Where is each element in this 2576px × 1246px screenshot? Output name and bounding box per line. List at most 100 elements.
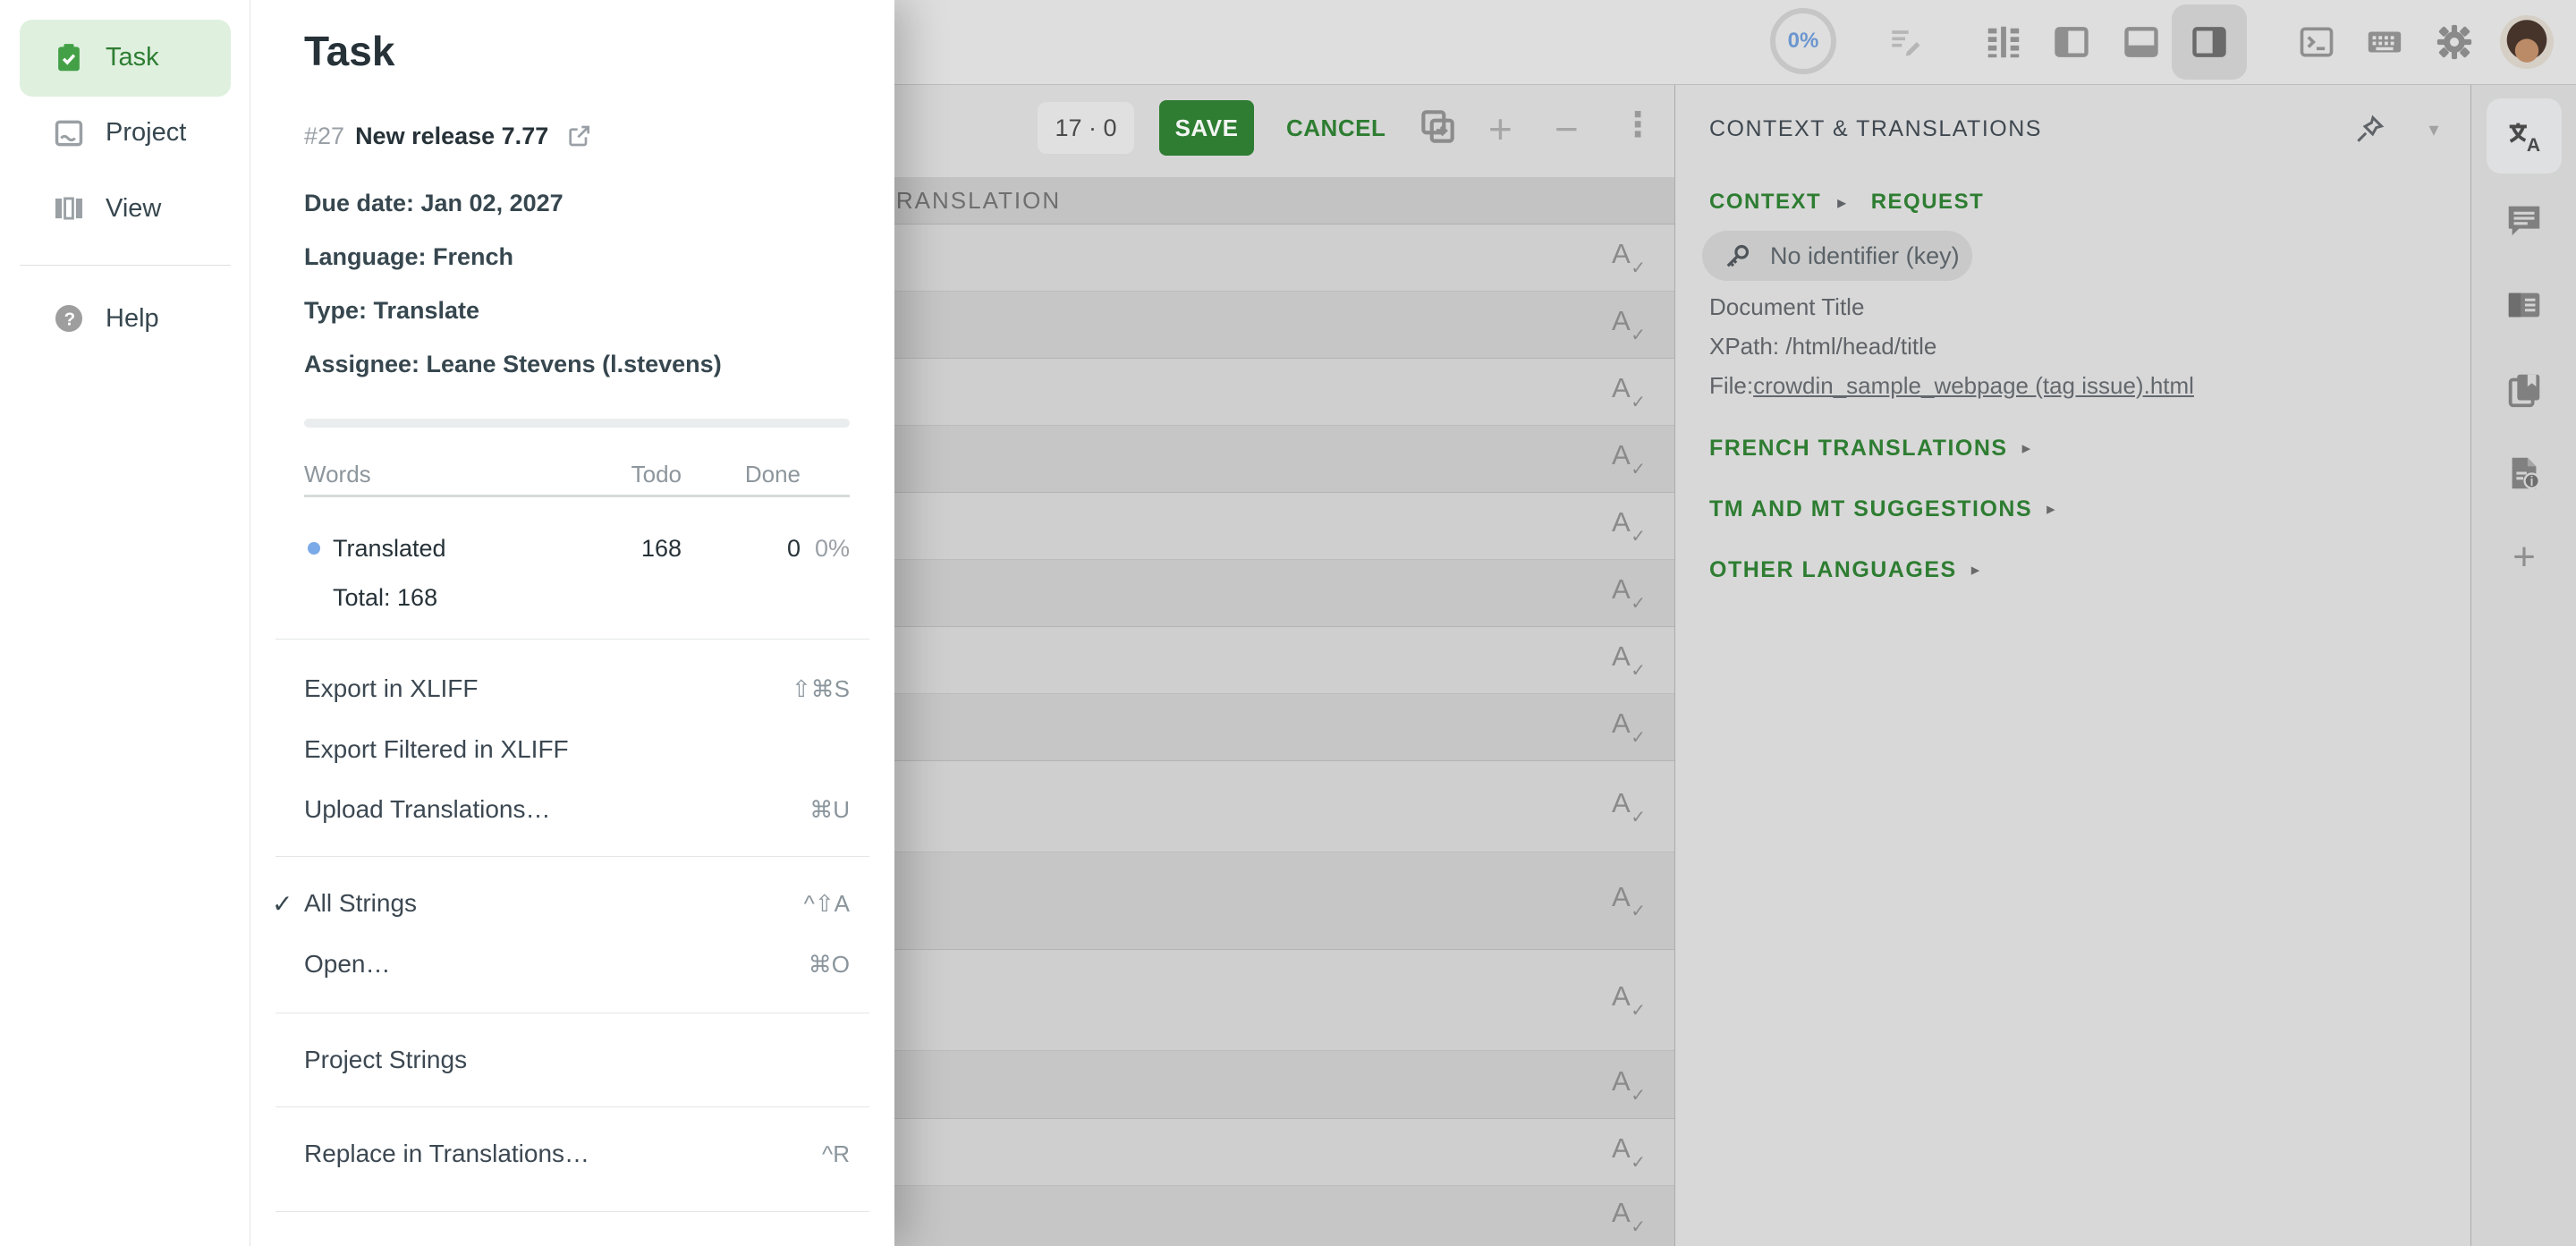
translation-column-header: TRANSLATION <box>880 177 1061 224</box>
words-row-todo: 168 <box>608 533 682 564</box>
user-avatar[interactable] <box>2500 15 2554 69</box>
section-french-translations[interactable]: FRENCH TRANSLATIONS ▸ <box>1709 433 2032 463</box>
pin-icon[interactable] <box>2348 108 2391 151</box>
keyboard-icon[interactable] <box>2363 21 2406 64</box>
panel-divider <box>275 1106 869 1107</box>
sidebar-divider <box>20 265 231 266</box>
shortcut-label: ⇧⌘S <box>792 664 850 714</box>
menu-item-replace-in-translations[interactable]: Replace in Translations… ^R <box>250 1129 894 1179</box>
layout-bottom-panel-icon[interactable] <box>2120 21 2163 64</box>
file-link[interactable]: crowdin_sample_webpage (tag issue).html <box>1753 372 2194 400</box>
menu-item-project-strings[interactable]: Project Strings <box>250 1035 894 1085</box>
menu-item-open[interactable]: Open… ⌘O <box>250 939 894 989</box>
glossary-pages-icon[interactable] <box>2503 369 2546 411</box>
collapse-arrow-icon[interactable]: ▸ <box>1837 191 1848 214</box>
menu-item-upload-translations[interactable]: Upload Translations… ⌘U <box>250 784 894 835</box>
svg-text:?: ? <box>64 309 76 330</box>
expand-arrow-icon: ▸ <box>2046 499 2056 520</box>
spellcheck-icon: A✓ <box>1608 573 1648 613</box>
spellcheck-icon: A✓ <box>1608 1065 1648 1105</box>
tab-context[interactable]: CONTEXT <box>1709 190 1821 215</box>
side-by-side-view-icon[interactable] <box>1982 21 2025 64</box>
spellcheck-icon: A✓ <box>1608 305 1648 344</box>
crowdin-editor-screen: 0% 17 · 0 SA <box>0 0 2576 1246</box>
progress-percent: 0% <box>1788 29 1819 54</box>
shortcut-label: ^⇧A <box>804 878 850 928</box>
spellcheck-icon: A✓ <box>1608 640 1648 680</box>
spellcheck-icon: A✓ <box>1608 881 1648 920</box>
key-icon <box>1722 240 1754 272</box>
draft-notes-icon[interactable] <box>1884 21 1927 64</box>
progress-ring[interactable]: 0% <box>1770 8 1836 74</box>
context-xpath: XPath: /html/head/title <box>1709 331 1936 361</box>
comments-icon[interactable] <box>2503 199 2546 242</box>
done-column-header: Done <box>724 459 801 489</box>
shortcut-label: ⌘O <box>809 939 850 989</box>
task-progress-bar <box>304 419 850 428</box>
tab-request[interactable]: REQUEST <box>1871 190 1985 215</box>
spellcheck-icon: A✓ <box>1608 1132 1648 1172</box>
help-icon: ? <box>52 301 86 335</box>
panel-divider <box>275 639 869 640</box>
panel-divider <box>275 856 869 857</box>
terminal-icon[interactable] <box>2295 21 2338 64</box>
spellcheck-icon: A✓ <box>1608 787 1648 826</box>
spellcheck-icon: A✓ <box>1608 372 1648 411</box>
project-icon <box>52 116 86 150</box>
words-total: Total: 168 <box>333 582 437 613</box>
task-name: New release 7.77 <box>355 123 548 150</box>
spellcheck-icon: A✓ <box>1608 980 1648 1020</box>
decrease-icon[interactable]: − <box>1555 105 1579 153</box>
spellcheck-icon: A✓ <box>1608 238 1648 277</box>
spellcheck-icon: A✓ <box>1608 708 1648 747</box>
spellcheck-icon: A✓ <box>1608 506 1648 546</box>
context-file-line: File: crowdin_sample_webpage (tag issue)… <box>1709 370 2194 401</box>
task-clipboard-icon <box>52 41 86 75</box>
task-assignee: Assignee: Leane Stevens (l.stevens) <box>304 346 722 382</box>
words-row-label: Translated <box>333 533 446 564</box>
save-button[interactable]: SAVE <box>1159 100 1254 156</box>
words-row-percent: 0% <box>787 533 850 564</box>
right-icon-strip: A i + <box>2470 85 2576 1246</box>
menu-item-export-filtered-xliff[interactable]: Export Filtered in XLIFF <box>250 725 894 775</box>
context-string-title: Document Title <box>1709 292 1864 322</box>
cancel-button[interactable]: CANCEL <box>1286 100 1385 156</box>
string-key-pill: No identifier (key) <box>1702 231 1972 281</box>
task-due-date: Due date: Jan 02, 2027 <box>304 185 564 221</box>
settings-gear-icon[interactable] <box>2433 21 2476 64</box>
menu-item-export-xliff[interactable]: Export in XLIFF ⇧⌘S <box>250 664 894 714</box>
layout-right-panel-icon[interactable] <box>2188 21 2231 64</box>
shortcut-label: ⌘U <box>809 784 850 835</box>
file-info-icon[interactable]: i <box>2503 452 2546 495</box>
section-other-languages[interactable]: OTHER LANGUAGES ▸ <box>1709 555 1981 585</box>
context-panel-title: CONTEXT & TRANSLATIONS <box>1709 114 2042 144</box>
spellcheck-icon: A✓ <box>1608 439 1648 479</box>
words-column-header: Words <box>304 459 371 489</box>
translations-tab-icon[interactable]: A <box>2503 114 2546 157</box>
key-pill-text: No identifier (key) <box>1770 242 1960 270</box>
increase-icon[interactable]: + <box>1488 105 1513 153</box>
section-tm-mt-suggestions[interactable]: TM AND MT SUGGESTIONS ▸ <box>1709 494 2056 524</box>
context-card-icon[interactable] <box>2503 284 2546 326</box>
task-type: Type: Translate <box>304 292 479 328</box>
expand-arrow-icon: ▸ <box>2022 438 2032 459</box>
task-number: #27 <box>304 123 344 150</box>
menu-item-all-strings[interactable]: ✓ All Strings ^⇧A <box>250 878 894 928</box>
task-summary-line: #27 New release 7.77 <box>304 116 593 156</box>
layout-left-panel-icon[interactable] <box>2050 21 2093 64</box>
external-link-icon[interactable] <box>564 122 593 150</box>
expand-arrow-icon: ▸ <box>1971 560 1981 581</box>
task-language: Language: French <box>304 239 513 275</box>
chevron-down-icon[interactable]: ▾ <box>2416 110 2452 149</box>
view-columns-icon <box>52 191 86 225</box>
context-translations-panel: CONTEXT & TRANSLATIONS ▾ CONTEXT ▸ REQUE… <box>1674 85 2471 1246</box>
check-icon: ✓ <box>272 878 292 928</box>
shortcut-label: ^R <box>822 1129 850 1179</box>
svg-text:A: A <box>2527 135 2540 156</box>
kebab-menu-icon[interactable]: ⋮ <box>1621 105 1655 145</box>
copy-translation-icon[interactable] <box>1415 105 1460 149</box>
panel-title: Task <box>304 27 394 75</box>
status-dot-translated <box>308 542 320 555</box>
add-panel-icon[interactable]: + <box>2503 536 2546 579</box>
todo-column-header: Todo <box>608 459 682 489</box>
